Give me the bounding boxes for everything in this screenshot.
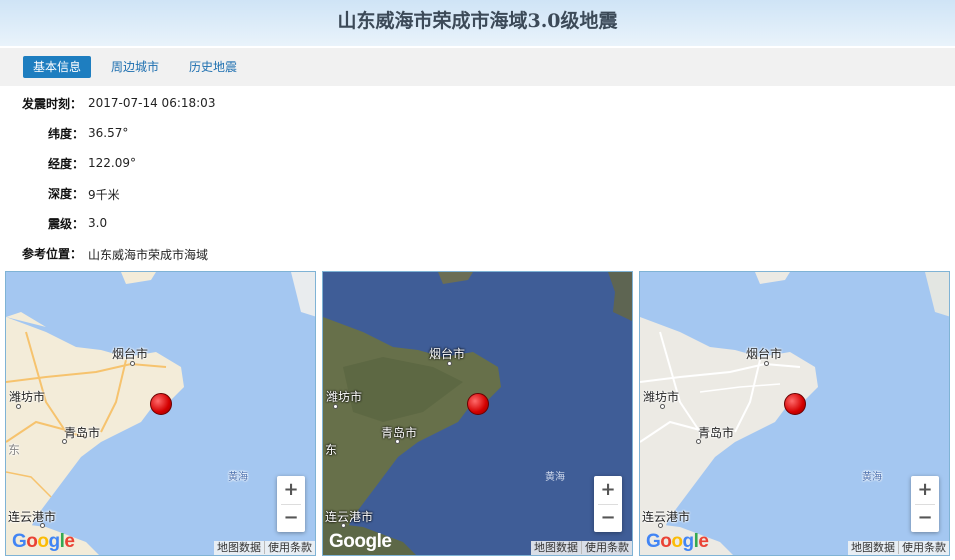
info-value: 3.0 xyxy=(88,216,108,230)
city-label-weifang: 潍坊市 xyxy=(9,390,46,404)
info-row-location: 参考位置： 山东威海市荣成市海域 xyxy=(0,238,600,268)
info-row-time: 发震时刻： 2017-07-14 06:18:03 xyxy=(0,88,600,118)
city-dot xyxy=(447,361,452,366)
city-label-yantai: 烟台市 xyxy=(112,347,149,361)
city-dot xyxy=(764,361,769,366)
zoom-out-button[interactable]: − xyxy=(911,504,939,532)
info-value: 山东威海市荣成市海域 xyxy=(88,248,209,262)
zoom-out-button[interactable]: − xyxy=(594,504,622,532)
satellite-map[interactable]: 烟台市 潍坊市 青岛市 东 黄海 连云港市 + − Google 地图数据 使用条… xyxy=(322,271,633,556)
zoom-divider xyxy=(281,504,301,505)
terrain-map[interactable]: 烟台市 潍坊市 青岛市 黄海 连云港市 + − Google 地图数据 使用条款 xyxy=(639,271,950,556)
city-label-qingdao: 青岛市 xyxy=(381,426,418,440)
map-data-link[interactable]: 地图数据 xyxy=(531,541,581,554)
city-dot xyxy=(660,404,665,409)
city-label-lianyungang: 连云港市 xyxy=(325,510,374,524)
epicenter-marker[interactable] xyxy=(784,393,806,415)
info-row-latitude: 纬度： 36.57° xyxy=(0,118,600,148)
city-label-yantai: 烟台市 xyxy=(746,347,783,361)
city-label-qingdao: 青岛市 xyxy=(698,426,735,440)
city-label-yantai: 烟台市 xyxy=(429,347,466,361)
zoom-divider xyxy=(598,504,618,505)
city-dot xyxy=(395,439,400,444)
city-dot xyxy=(696,439,701,444)
city-dot xyxy=(62,439,67,444)
city-label-dong: 东 xyxy=(8,443,21,457)
zoom-control: + − xyxy=(594,476,622,532)
zoom-in-button[interactable]: + xyxy=(911,476,939,504)
google-logo: Google xyxy=(12,531,75,552)
info-key: 发震时刻： xyxy=(22,97,83,111)
road-map[interactable]: 烟台市 潍坊市 青岛市 东 黄海 连云港市 + − Google 地图数据 使用条… xyxy=(5,271,316,556)
tab-history-quakes[interactable]: 历史地震 xyxy=(178,56,248,78)
info-key: 经度： xyxy=(48,157,85,171)
city-label-qingdao: 青岛市 xyxy=(64,426,101,440)
tab-bar: 基本信息 周边城市 历史地震 xyxy=(0,48,955,86)
city-label-weifang: 潍坊市 xyxy=(326,390,363,404)
city-label-dong: 东 xyxy=(325,443,338,457)
map-attribution: 地图数据 使用条款 xyxy=(214,541,315,555)
map-data-link[interactable]: 地图数据 xyxy=(848,541,898,554)
info-key: 纬度： xyxy=(48,127,85,141)
zoom-divider xyxy=(915,504,935,505)
city-dot xyxy=(341,523,346,528)
terms-link[interactable]: 使用条款 xyxy=(898,541,949,554)
google-logo: Google xyxy=(646,531,709,552)
info-row-magnitude: 震级： 3.0 xyxy=(0,208,600,238)
page-title: 山东威海市荣成市海域3.0级地震 xyxy=(337,10,618,32)
terms-link[interactable]: 使用条款 xyxy=(264,541,315,554)
info-row-longitude: 经度： 122.09° xyxy=(0,148,600,178)
city-dot xyxy=(130,361,135,366)
zoom-in-button[interactable]: + xyxy=(277,476,305,504)
epicenter-marker[interactable] xyxy=(467,393,489,415)
map-data-link[interactable]: 地图数据 xyxy=(214,541,264,554)
terms-link[interactable]: 使用条款 xyxy=(581,541,632,554)
city-label-weifang: 潍坊市 xyxy=(643,390,680,404)
info-value: 122.09° xyxy=(88,156,136,170)
google-logo: Google xyxy=(329,531,392,552)
map-attribution: 地图数据 使用条款 xyxy=(531,541,632,555)
info-key: 参考位置： xyxy=(22,247,83,261)
info-value: 2017-07-14 06:18:03 xyxy=(88,96,216,110)
city-dot xyxy=(658,523,663,528)
page-header: 山东威海市荣成市海域3.0级地震 xyxy=(0,0,955,46)
sea-label-yellow-sea: 黄海 xyxy=(545,472,565,483)
map-attribution: 地图数据 使用条款 xyxy=(848,541,949,555)
info-value: 9千米 xyxy=(88,188,120,202)
zoom-control: + − xyxy=(911,476,939,532)
tab-basic-info[interactable]: 基本信息 xyxy=(23,56,91,78)
epicenter-marker[interactable] xyxy=(150,393,172,415)
info-key: 深度： xyxy=(48,187,85,201)
city-label-lianyungang: 连云港市 xyxy=(642,510,691,524)
zoom-out-button[interactable]: − xyxy=(277,504,305,532)
info-key: 震级： xyxy=(48,217,85,231)
city-dot xyxy=(16,404,21,409)
info-value: 36.57° xyxy=(88,126,129,140)
tab-nearby-cities[interactable]: 周边城市 xyxy=(100,56,170,78)
sea-label-yellow-sea: 黄海 xyxy=(228,472,248,483)
zoom-control: + − xyxy=(277,476,305,532)
city-dot xyxy=(40,523,45,528)
sea-label-yellow-sea: 黄海 xyxy=(862,472,882,483)
zoom-in-button[interactable]: + xyxy=(594,476,622,504)
city-label-lianyungang: 连云港市 xyxy=(8,510,57,524)
city-dot xyxy=(333,404,338,409)
info-row-depth: 深度： 9千米 xyxy=(0,178,600,208)
